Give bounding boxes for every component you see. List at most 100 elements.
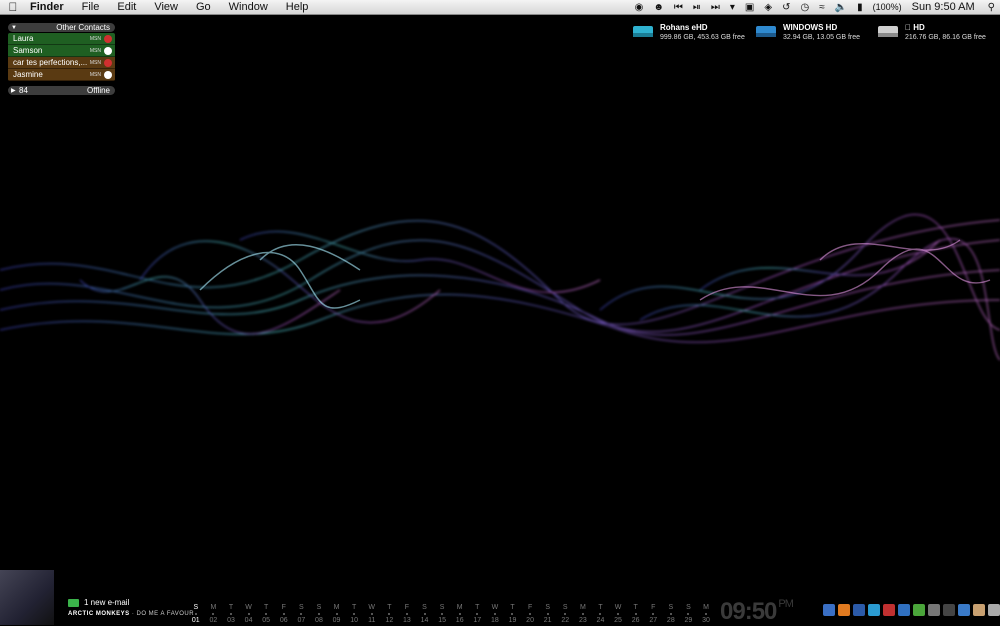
drive-name-text: HD <box>905 23 925 32</box>
growl-icon[interactable]: ◉ <box>635 0 644 15</box>
status-icon <box>104 34 112 43</box>
dock-app-icon[interactable] <box>943 604 955 616</box>
disclosure-triangle-right-icon[interactable]: ▶ <box>11 87 19 94</box>
dock-app-icon[interactable] <box>928 604 940 616</box>
calendar-day: S 08 <box>310 603 328 625</box>
calendar-date: 10 <box>350 617 359 624</box>
calendar-day: T 17 <box>469 603 487 625</box>
apple-menu-icon[interactable]:  <box>0 0 26 14</box>
mail-notifier[interactable]: 1 new e-mail <box>68 598 129 607</box>
display-icon[interactable]: ▣ <box>745 0 754 15</box>
menu-bar:  Finder File Edit View Go Window Help ◉… <box>0 0 1000 15</box>
dock-app-icon[interactable] <box>868 604 880 616</box>
calendar-dot <box>599 613 602 615</box>
menu-window[interactable]: Window <box>220 0 277 15</box>
calendar-dot <box>705 613 708 615</box>
calendar-weekday: F <box>651 604 656 611</box>
calendar-weekday: M <box>333 604 340 611</box>
menu-view[interactable]: View <box>145 0 187 15</box>
dock-app-icon[interactable] <box>883 604 895 616</box>
drive-rohans-ehd[interactable]: Rohans eHD 999.86 GB, 453.63 GB free <box>632 23 745 42</box>
dock-app-icon[interactable] <box>958 604 970 616</box>
menu-clock[interactable]: Sun 9:50 AM <box>912 0 975 15</box>
calendar-dot <box>687 613 690 615</box>
play-pause-icon[interactable]: ⏯ <box>693 0 701 15</box>
contact-name: Laura <box>13 34 34 43</box>
clock-icon[interactable]: ◷ <box>800 0 809 15</box>
calendar-weekday: M <box>210 604 217 611</box>
service-label: MSN <box>89 35 101 42</box>
calendar-date: 06 <box>279 617 288 624</box>
wifi-icon[interactable]: ≈ <box>819 0 825 15</box>
calendar-date: 03 <box>227 617 235 624</box>
calendar-date: 07 <box>297 617 306 624</box>
calendar-weekday: W <box>245 604 252 611</box>
volume-icon[interactable]: 🔈 <box>835 0 847 15</box>
offline-label: Offline <box>87 86 110 95</box>
dock-app-icon[interactable] <box>988 604 1000 616</box>
service-label: MSN <box>89 59 101 66</box>
time-machine-icon[interactable]: ↺ <box>782 0 790 15</box>
drive-windows-hd[interactable]: WINDOWS HD 32.94 GB, 13.05 GB free <box>755 23 860 42</box>
calendar-dot <box>441 613 444 615</box>
disclosure-triangle-down-icon[interactable]: ▼ <box>11 25 19 31</box>
calendar-weekday: S <box>299 604 304 611</box>
offline-group-header[interactable]: ▶ 84 Offline <box>8 86 115 95</box>
calendar-dot <box>493 613 496 615</box>
calendar-dot <box>476 613 479 615</box>
dock-app-icon[interactable] <box>838 604 850 616</box>
drive-hd[interactable]:  HD 216.76 GB, 86.16 GB free <box>877 23 986 42</box>
calendar-day: S 21 <box>539 603 557 625</box>
contact-row[interactable]: Jasmine MSN <box>8 69 115 81</box>
menu-go[interactable]: Go <box>187 0 220 15</box>
contacts-list: Laura MSN Samson MSN car tes perfections… <box>8 33 115 81</box>
spotlight-search-icon[interactable]: ⚲ <box>988 0 995 15</box>
drive-name:  HD <box>905 23 986 33</box>
menu-app-name[interactable]: Finder <box>26 0 73 15</box>
calendar-date: 16 <box>455 617 464 624</box>
calendar-dot <box>282 613 285 615</box>
dock-app-icon[interactable] <box>823 604 835 616</box>
calendar-day: W 25 <box>609 603 627 625</box>
calendar-dot <box>652 613 655 615</box>
calendar-date: 25 <box>614 617 622 624</box>
calendar-dot <box>370 613 373 615</box>
contacts-group-header[interactable]: ▼ Other Contacts <box>8 23 115 32</box>
drive-name: Rohans eHD <box>660 23 708 32</box>
calendar-weekday: T <box>387 604 392 611</box>
chevron-down-icon[interactable]: ▾ <box>730 0 735 15</box>
battery-icon[interactable]: ▮ <box>857 0 863 15</box>
contact-row[interactable]: car tes perfections,... MSN <box>8 57 115 69</box>
menu-file[interactable]: File <box>73 0 109 15</box>
contact-row[interactable]: Laura MSN <box>8 33 115 45</box>
calendar-date: 23 <box>578 617 587 624</box>
calendar-dot <box>353 613 356 615</box>
menu-edit[interactable]: Edit <box>108 0 145 15</box>
calendar-weekday: S <box>562 604 568 611</box>
calendar-weekday: S <box>316 604 322 611</box>
calendar-date: 13 <box>403 617 411 624</box>
calendar-date: 04 <box>244 617 253 624</box>
calendar-weekday: S <box>686 604 691 611</box>
adium-icon[interactable]: ☻ <box>653 0 664 15</box>
service-label: MSN <box>89 71 101 78</box>
contact-name: Samson <box>13 46 43 55</box>
calendar-weekday: W <box>491 604 499 611</box>
battery-percentage[interactable]: (100%) <box>873 0 902 15</box>
dock-app-icon[interactable] <box>973 604 985 616</box>
next-track-icon[interactable]: ⏭ <box>711 0 720 15</box>
calendar-day: M 23 <box>574 603 592 625</box>
dock-app-icon[interactable] <box>913 604 925 616</box>
calendar-date: 14 <box>420 617 429 624</box>
calendar-day: F 20 <box>521 603 539 625</box>
dock-app-icon[interactable] <box>898 604 910 616</box>
calendar-dot <box>300 613 303 615</box>
menu-help[interactable]: Help <box>277 0 318 15</box>
photo-thumbnail[interactable] <box>0 570 54 625</box>
calendar-weekday: W <box>614 604 622 611</box>
calendar-date: 12 <box>385 617 394 624</box>
dock-app-icon[interactable] <box>853 604 865 616</box>
contact-row[interactable]: Samson MSN <box>8 45 115 57</box>
previous-track-icon[interactable]: ⏮ <box>674 0 683 15</box>
dropbox-icon[interactable]: ◈ <box>764 0 772 15</box>
